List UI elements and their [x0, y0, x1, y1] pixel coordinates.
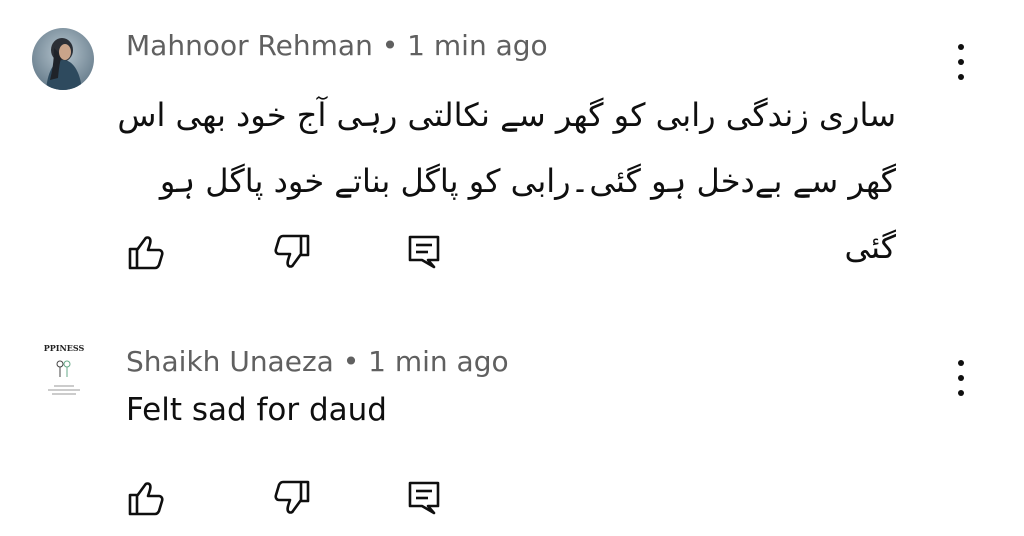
- comment-item: Mahnoor Rehman • 1 min ago ساری زندگی را…: [0, 0, 1024, 300]
- reply-comment-icon: [408, 481, 440, 515]
- reply-button[interactable]: [404, 232, 444, 272]
- user-photo-avatar-icon: [32, 28, 94, 90]
- thumbs-up-icon: [128, 236, 164, 270]
- thumbs-down-icon: [274, 480, 310, 514]
- avatar[interactable]: [32, 28, 94, 90]
- meta-separator: •: [381, 29, 399, 62]
- comment-meta: Mahnoor Rehman • 1 min ago: [126, 29, 548, 62]
- comment-time[interactable]: 1 min ago: [407, 29, 547, 62]
- comment-text: Felt sad for daud: [126, 392, 387, 428]
- dislike-button[interactable]: [272, 232, 312, 272]
- avatar-text: PPINESS: [44, 343, 85, 353]
- reply-comment-icon: [408, 235, 440, 269]
- comment-time[interactable]: 1 min ago: [368, 345, 508, 378]
- like-button[interactable]: [126, 232, 166, 272]
- meta-separator: •: [342, 345, 360, 378]
- happiness-book-avatar-icon: PPINESS: [38, 340, 90, 402]
- dislike-button[interactable]: [272, 478, 312, 518]
- comment-meta: Shaikh Unaeza • 1 min ago: [126, 345, 509, 378]
- more-vertical-icon[interactable]: [946, 358, 976, 398]
- author-name[interactable]: Mahnoor Rehman: [126, 29, 373, 62]
- thumbs-down-icon: [274, 234, 310, 268]
- like-button[interactable]: [126, 478, 166, 518]
- comment-item: PPINESS Shaikh Unaeza • 1 min ago Felt s…: [0, 318, 1024, 536]
- reply-button[interactable]: [404, 478, 444, 518]
- thumbs-up-icon: [128, 482, 164, 516]
- comment-text: ساری زندگی رابی کو گھر سے نکالتی رہی آج …: [117, 96, 896, 266]
- more-vertical-icon[interactable]: [946, 42, 976, 82]
- author-name[interactable]: Shaikh Unaeza: [126, 345, 334, 378]
- avatar[interactable]: PPINESS: [38, 340, 90, 402]
